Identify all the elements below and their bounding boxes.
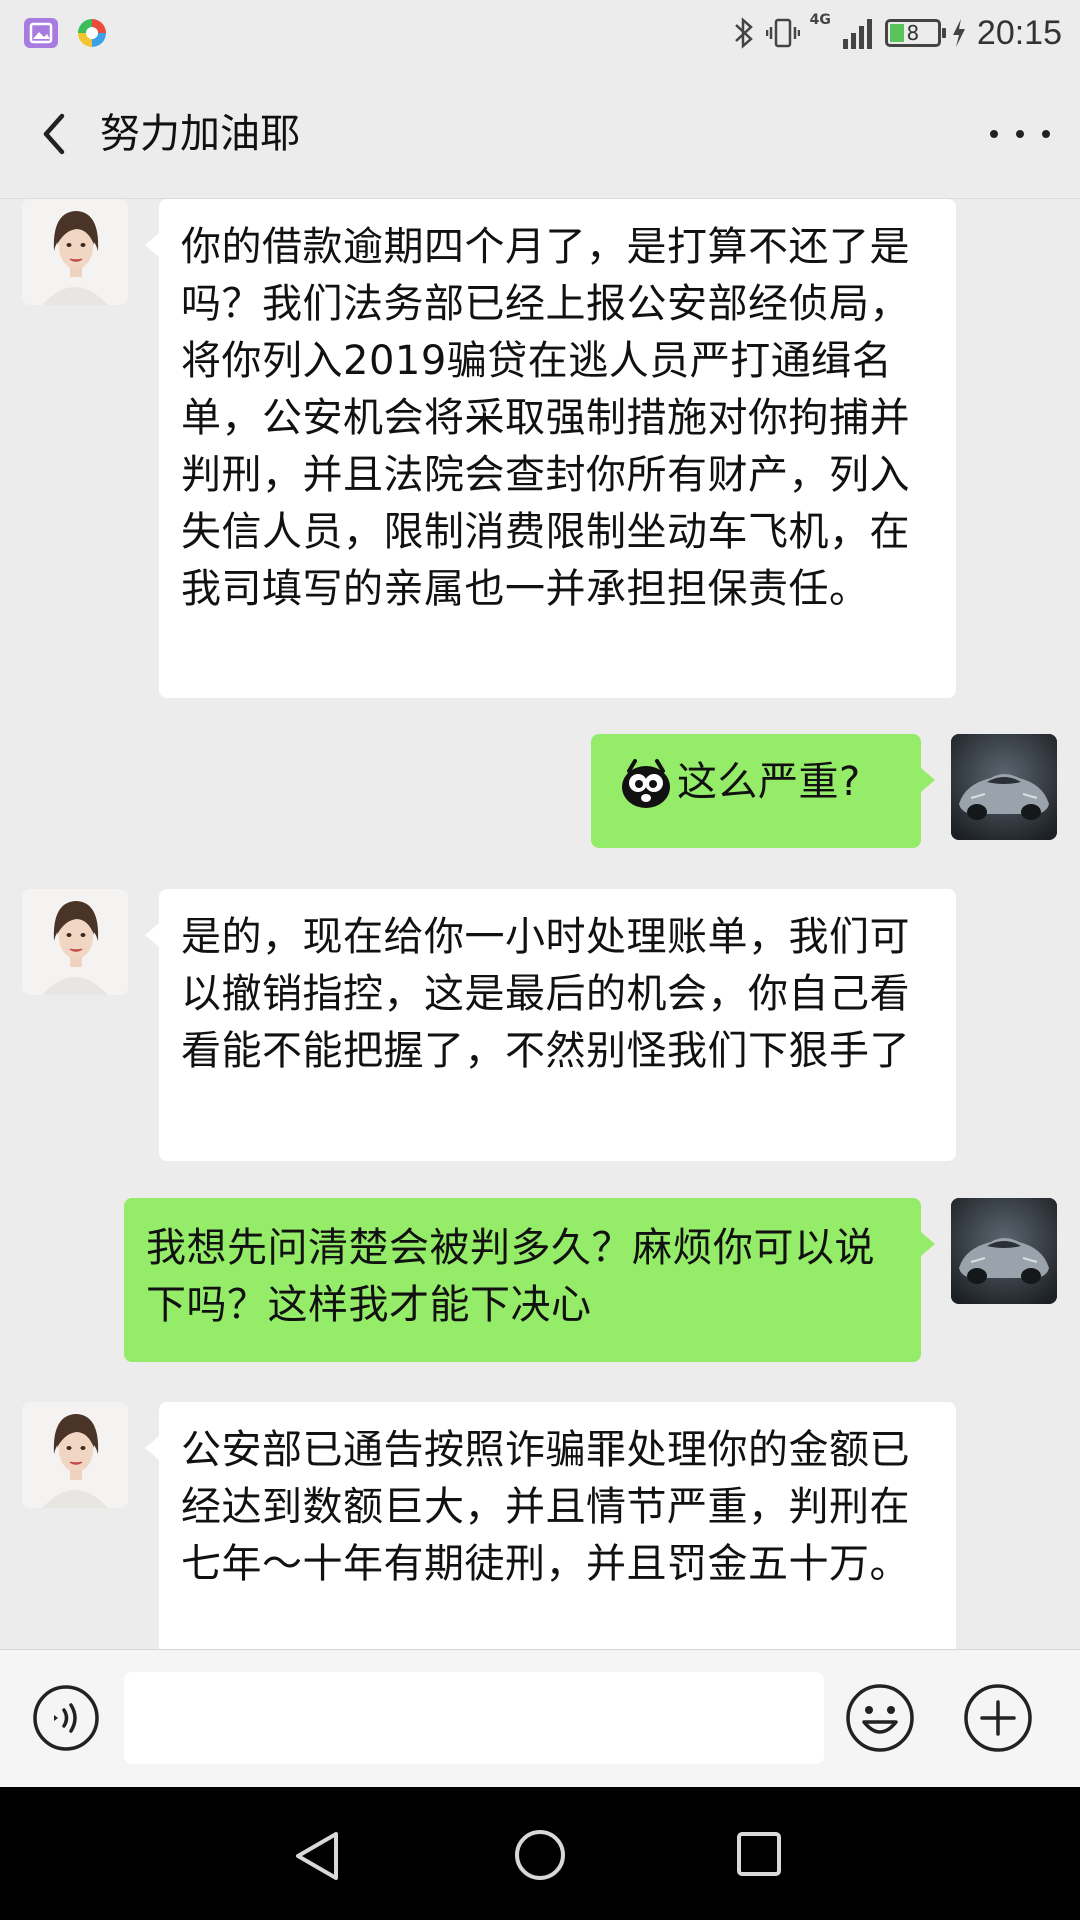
input-bar <box>0 1649 1080 1788</box>
back-button[interactable] <box>32 106 82 162</box>
shocked-emoji-icon <box>622 759 670 808</box>
contact-avatar[interactable] <box>22 1402 128 1508</box>
nav-recents-button[interactable] <box>736 1831 782 1877</box>
my-avatar[interactable] <box>951 1198 1057 1304</box>
contact-avatar[interactable] <box>22 199 128 305</box>
message-list[interactable]: 你的借款逾期四个月了，是打算不还了是吗？我们法务部已经上报公安部经侦局，将你列入… <box>0 199 1080 1649</box>
emoji-button[interactable] <box>844 1682 916 1754</box>
received-message-bubble[interactable]: 公安部已通告按照诈骗罪处理你的金额已经达到数额巨大，并且情节严重，判刑在七年～十… <box>145 1402 956 1649</box>
more-dot-icon <box>1016 130 1024 138</box>
smiley-icon <box>846 1684 914 1752</box>
circle-home-icon <box>515 1830 565 1880</box>
chat-header: 努力加油耶 <box>0 66 1080 199</box>
plus-circle-icon <box>964 1684 1032 1752</box>
message-text: 公安部已通告按照诈骗罪处理你的金额已经达到数额巨大，并且情节严重，判刑在七年～十… <box>181 1427 910 1587</box>
voice-input-button[interactable] <box>32 1684 100 1752</box>
message-text: 是的，现在给你一小时处理账单，我们可以撤销指控，这是最后的机会，你自己看看能不能… <box>181 914 910 1074</box>
nav-back-button[interactable] <box>292 1829 344 1883</box>
more-dot-icon <box>1042 130 1050 138</box>
received-message-bubble[interactable]: 你的借款逾期四个月了，是打算不还了是吗？我们法务部已经上报公安部经侦局，将你列入… <box>145 199 956 698</box>
message-text: 我想先问清楚会被判多久？麻烦你可以说下吗？这样我才能下决心 <box>146 1225 875 1328</box>
clock: 20:15 <box>976 13 1062 52</box>
status-icons: 4G 8 20:15 <box>732 10 1062 56</box>
battery-level: 8 <box>906 21 920 45</box>
more-functions-button[interactable] <box>962 1682 1034 1754</box>
contact-avatar[interactable] <box>22 889 128 995</box>
message-input[interactable] <box>124 1672 824 1764</box>
app-notification-icon <box>75 16 109 50</box>
square-recents-icon <box>737 1832 781 1876</box>
status-bar: 4G 8 20:15 <box>0 0 1080 66</box>
my-avatar[interactable] <box>951 734 1057 840</box>
sent-message-bubble[interactable]: 我想先问清楚会被判多久？麻烦你可以说下吗？这样我才能下决心 <box>124 1198 935 1362</box>
chat-title: 努力加油耶 <box>100 111 300 157</box>
vibrate-icon <box>765 18 800 48</box>
nav-home-button[interactable] <box>514 1829 566 1881</box>
bluetooth-icon <box>734 17 753 49</box>
message-text: 这么严重? <box>677 759 861 805</box>
voice-icon <box>33 1685 99 1751</box>
more-dot-icon <box>990 130 998 138</box>
triangle-back-icon <box>296 1832 338 1880</box>
network-type: 4G <box>809 12 831 28</box>
gallery-app-icon <box>24 18 58 48</box>
chevron-left-icon <box>43 113 65 155</box>
system-navigation-bar <box>0 1787 1080 1920</box>
received-message-bubble[interactable]: 是的，现在给你一小时处理账单，我们可以撤销指控，这是最后的机会，你自己看看能不能… <box>145 889 956 1161</box>
more-options-button[interactable] <box>990 114 1050 154</box>
charging-icon <box>952 19 965 47</box>
message-text: 你的借款逾期四个月了，是打算不还了是吗？我们法务部已经上报公安部经侦局，将你列入… <box>181 224 910 612</box>
battery-icon: 8 <box>884 19 946 47</box>
signal-icon <box>842 19 872 49</box>
sent-message-bubble[interactable]: 这么严重? <box>591 734 935 848</box>
